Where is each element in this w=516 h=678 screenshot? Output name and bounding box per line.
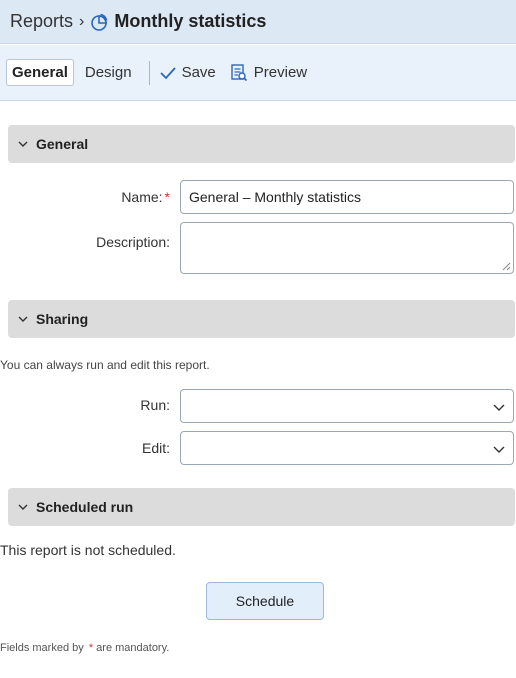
toolbar: General Design Save Preview	[0, 45, 516, 101]
name-value: General – Monthly statistics	[189, 189, 361, 205]
name-label-text: Name:	[121, 189, 163, 205]
breadcrumb-separator: ›	[79, 12, 85, 30]
chevron-down-icon	[493, 446, 505, 453]
section-scheduled-header[interactable]: Scheduled run	[8, 488, 515, 526]
chevron-down-icon	[18, 316, 28, 322]
edit-label: Edit:	[141, 440, 170, 456]
run-select[interactable]	[180, 389, 514, 423]
sharing-info: You can always run and edit this report.	[0, 358, 210, 372]
preview-icon	[231, 63, 247, 81]
description-field[interactable]	[180, 222, 514, 274]
name-field[interactable]: General – Monthly statistics	[180, 180, 514, 214]
save-button[interactable]: Save	[159, 64, 216, 81]
section-scheduled-title: Scheduled run	[36, 499, 134, 515]
mandatory-note-marker: *	[88, 642, 94, 654]
tab-general[interactable]: General	[6, 59, 74, 86]
toolbar-divider	[148, 60, 150, 85]
save-label: Save	[181, 64, 216, 81]
preview-label: Preview	[253, 64, 308, 81]
required-marker: *	[164, 189, 170, 205]
resize-grip-icon[interactable]	[501, 261, 511, 271]
checkmark-icon	[159, 66, 176, 79]
run-label: Run:	[140, 397, 170, 413]
tab-design[interactable]: Design	[80, 59, 137, 86]
mandatory-note-suffix: are mandatory.	[96, 642, 170, 654]
mandatory-note-prefix: Fields marked by	[0, 642, 84, 654]
name-label: Name: *	[0, 189, 170, 205]
page-title: Monthly statistics	[114, 11, 267, 31]
description-label: Description:	[96, 234, 170, 250]
section-sharing-title: Sharing	[36, 311, 89, 327]
chevron-down-icon	[493, 404, 505, 411]
section-general-title: General	[36, 136, 89, 152]
mandatory-note: Fields marked by * are mandatory.	[0, 642, 169, 654]
chevron-down-icon	[18, 504, 28, 510]
schedule-status: This report is not scheduled.	[0, 542, 176, 558]
section-sharing-header[interactable]: Sharing	[8, 300, 515, 338]
preview-button[interactable]: Preview	[230, 63, 308, 82]
pie-chart-icon	[90, 13, 108, 31]
section-general-header[interactable]: General	[8, 125, 515, 163]
chevron-down-icon	[18, 141, 28, 147]
edit-select[interactable]	[180, 431, 514, 465]
title-bar: Reports › Monthly statistics	[0, 0, 516, 44]
breadcrumb-reports[interactable]: Reports	[10, 11, 73, 32]
schedule-button[interactable]: Schedule	[206, 582, 324, 620]
